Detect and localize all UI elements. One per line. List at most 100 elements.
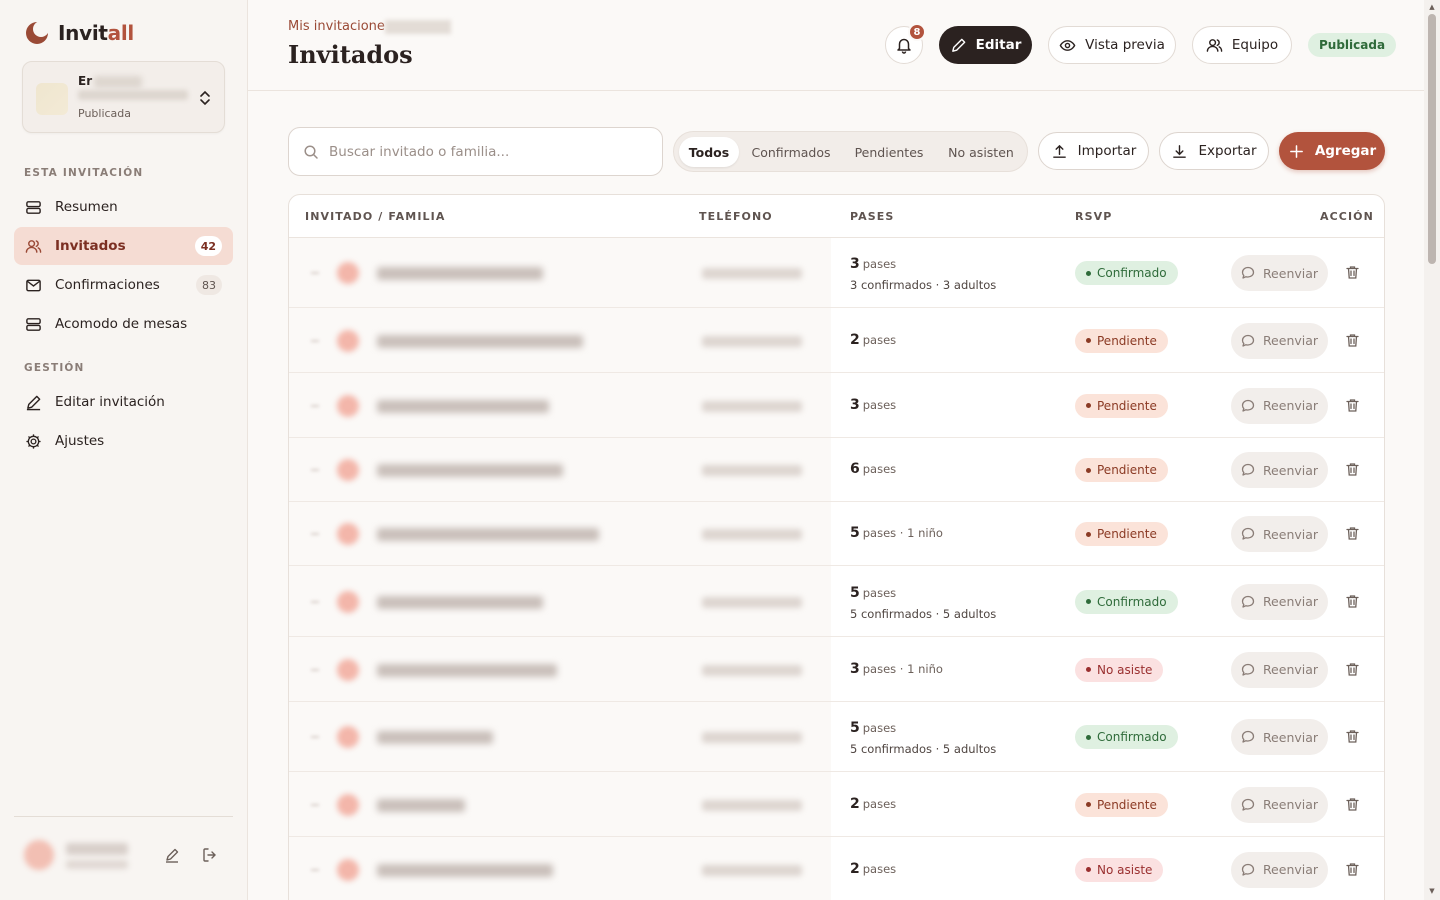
- table-row[interactable]: 5 pases · 1 niño Pendiente Reenviar: [289, 502, 1384, 566]
- table-row[interactable]: 2 pases No asiste Reenviar: [289, 837, 1384, 900]
- resend-button[interactable]: Reenviar: [1231, 719, 1328, 755]
- scroll-up-icon[interactable]: ▲: [1428, 4, 1436, 11]
- guest-name-redacted[interactable]: [377, 595, 543, 609]
- event-selector[interactable]: Er Publicada: [22, 61, 225, 133]
- delete-button[interactable]: [1345, 862, 1360, 877]
- delete-button[interactable]: [1345, 594, 1360, 609]
- resend-button[interactable]: Reenviar: [1231, 786, 1328, 823]
- add-guest-button[interactable]: Agregar: [1279, 132, 1385, 170]
- delete-button[interactable]: [1345, 333, 1360, 348]
- resend-button[interactable]: Reenviar: [1231, 452, 1328, 488]
- scroll-down-icon[interactable]: ▼: [1428, 888, 1436, 895]
- team-button-label: Equipo: [1231, 37, 1279, 53]
- table-row[interactable]: 5 pases 5 confirmados · 5 adultos Confirmad…: [289, 702, 1384, 772]
- table-row[interactable]: 3 pases Pendiente Reenviar: [289, 373, 1384, 438]
- guest-passes: 5 pases · 1 niño: [850, 525, 943, 541]
- guest-phone-redacted: [702, 732, 802, 743]
- drag-handle-icon[interactable]: [311, 736, 319, 738]
- team-button[interactable]: Equipo: [1192, 26, 1292, 64]
- avatar: [337, 858, 359, 881]
- sidebar-item-ajustes[interactable]: Ajustes: [14, 422, 233, 460]
- tab-todos[interactable]: Todos: [679, 137, 739, 167]
- passes-word: pases: [862, 861, 897, 876]
- column-header-rsvp[interactable]: RSVP: [1075, 210, 1112, 223]
- guest-name-redacted[interactable]: [377, 334, 583, 348]
- table-row[interactable]: 5 pases 5 confirmados · 5 adultos Confirmad…: [289, 566, 1384, 637]
- delete-button[interactable]: [1345, 729, 1360, 744]
- passes-extra: · 1 niño: [896, 526, 943, 540]
- resend-button[interactable]: Reenviar: [1231, 583, 1328, 620]
- guest-name-redacted[interactable]: [377, 399, 549, 413]
- table-row[interactable]: 6 pases Pendiente Reenviar: [289, 438, 1384, 502]
- preview-button[interactable]: Vista previa: [1048, 26, 1176, 64]
- avatar[interactable]: [24, 840, 54, 870]
- drag-handle-icon[interactable]: [311, 868, 319, 871]
- tab-no-asisten[interactable]: No asisten: [939, 137, 1023, 167]
- column-header-passes[interactable]: PASES: [850, 210, 894, 223]
- tab-pendientes[interactable]: Pendientes: [842, 137, 936, 167]
- trash-icon: [1346, 527, 1359, 540]
- export-button[interactable]: Exportar: [1159, 132, 1269, 170]
- delete-button[interactable]: [1345, 526, 1360, 541]
- event-thumbnail: [36, 83, 68, 115]
- table-row[interactable]: 2 pases Pendiente Reenviar: [289, 308, 1384, 373]
- drag-handle-icon[interactable]: [311, 668, 319, 671]
- sidebar-item-label: Ajustes: [55, 433, 105, 449]
- drag-handle-icon[interactable]: [311, 272, 319, 274]
- sidebar-item-invitados[interactable]: Invitados 42: [14, 227, 233, 265]
- brand-logo[interactable]: Invitall: [24, 20, 134, 46]
- guest-name-redacted[interactable]: [377, 863, 553, 877]
- resend-button[interactable]: Reenviar: [1231, 322, 1328, 359]
- sidebar-item-resumen[interactable]: Resumen: [14, 188, 233, 226]
- passes-word: pases: [862, 397, 897, 412]
- resend-button[interactable]: Reenviar: [1231, 387, 1328, 424]
- table-row[interactable]: 3 pases 3 confirmados · 3 adultos Confirmad…: [289, 238, 1384, 308]
- drag-handle-icon[interactable]: [311, 469, 319, 471]
- delete-button[interactable]: [1345, 462, 1360, 477]
- tab-confirmados[interactable]: Confirmados: [743, 137, 839, 167]
- guest-name-redacted[interactable]: [377, 528, 599, 541]
- breadcrumb[interactable]: Mis invitacione: [288, 19, 451, 34]
- search-input[interactable]: [329, 143, 629, 160]
- logout-icon[interactable]: [201, 846, 219, 864]
- drag-handle-icon[interactable]: [311, 600, 319, 603]
- eye-icon: [1059, 39, 1076, 51]
- guest-name-redacted[interactable]: [377, 267, 543, 280]
- edit-profile-icon[interactable]: [163, 846, 181, 864]
- import-button[interactable]: Importar: [1038, 132, 1149, 170]
- sidebar-item-acomodo-mesas[interactable]: Acomodo de mesas: [14, 305, 233, 343]
- moon-logo-icon: [26, 21, 49, 44]
- resend-button[interactable]: Reenviar: [1231, 851, 1328, 888]
- resend-button[interactable]: Reenviar: [1231, 651, 1328, 688]
- drag-handle-icon[interactable]: [311, 803, 319, 806]
- guest-name-redacted[interactable]: [377, 798, 465, 812]
- search-field[interactable]: [288, 127, 663, 176]
- scroll-thumb[interactable]: [1428, 14, 1436, 264]
- sidebar-item-confirmaciones[interactable]: Confirmaciones 83: [14, 266, 233, 304]
- delete-button[interactable]: [1345, 662, 1360, 677]
- sidebar-item-editar-invitacion[interactable]: Editar invitación: [14, 383, 233, 421]
- drag-handle-icon[interactable]: [311, 339, 319, 342]
- guest-name-redacted[interactable]: [377, 663, 557, 677]
- resend-button[interactable]: Reenviar: [1231, 516, 1328, 552]
- delete-button[interactable]: [1345, 797, 1360, 812]
- layers-icon: [26, 200, 41, 214]
- column-header-phone[interactable]: TELÉFONO: [699, 210, 773, 223]
- edit-button[interactable]: Editar: [939, 26, 1032, 64]
- drag-handle-icon[interactable]: [311, 533, 319, 535]
- table-row[interactable]: 2 pases Pendiente Reenviar: [289, 772, 1384, 837]
- guest-name-redacted[interactable]: [377, 731, 493, 744]
- delete-button[interactable]: [1345, 398, 1360, 413]
- column-header-guest[interactable]: INVITADO / FAMILIA: [305, 210, 445, 223]
- resend-button-label: Reenviar: [1262, 729, 1319, 745]
- page-scrollbar[interactable]: ▲ ▼: [1424, 0, 1440, 900]
- resend-button[interactable]: Reenviar: [1231, 255, 1328, 291]
- guest-phone-redacted: [702, 268, 802, 279]
- filter-tabs: Todos Confirmados Pendientes No asisten: [673, 131, 1028, 172]
- avatar: [337, 394, 359, 417]
- drag-handle-icon[interactable]: [311, 404, 319, 407]
- guest-passes: 3 pases · 1 niño: [850, 661, 943, 677]
- table-row[interactable]: 3 pases · 1 niño No asiste Reenviar: [289, 637, 1384, 702]
- delete-button[interactable]: [1345, 265, 1360, 280]
- guest-name-redacted[interactable]: [377, 464, 563, 477]
